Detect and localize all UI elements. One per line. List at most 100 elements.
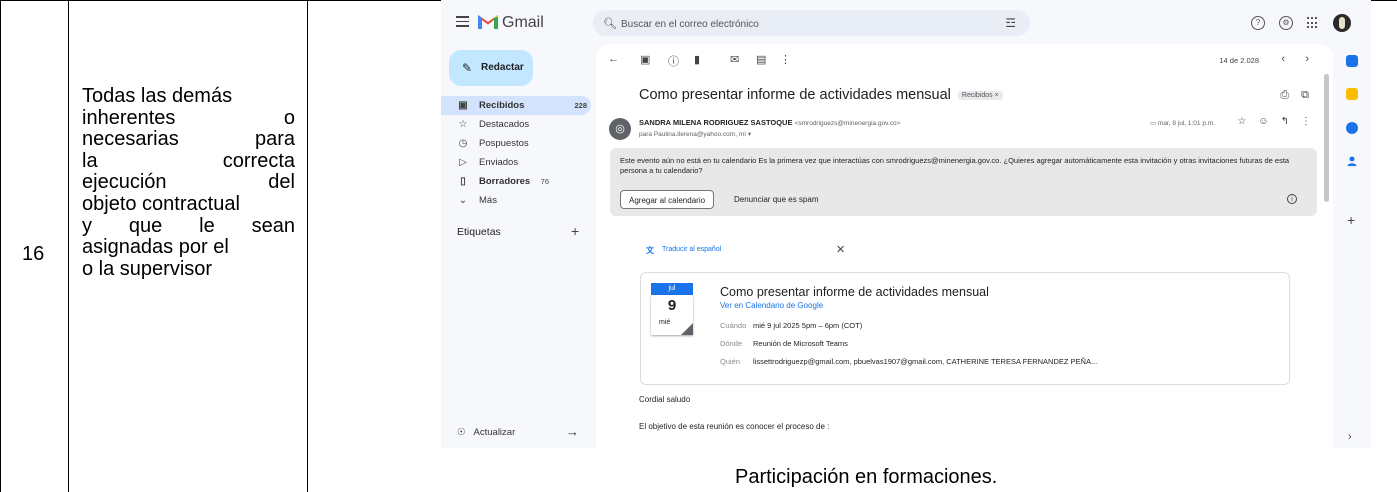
settings-gear-icon[interactable]: ⚙ xyxy=(1279,16,1293,30)
chevron-right-icon[interactable]: › xyxy=(1348,431,1352,443)
sidebar-item-label: Pospuestos xyxy=(479,138,529,149)
event-weekday: mié xyxy=(659,319,671,326)
close-icon[interactable]: ✕ xyxy=(836,243,845,256)
sidebar-item-inbox[interactable]: ▣ Recibidos 228 xyxy=(441,96,591,115)
calendar-app-icon[interactable] xyxy=(1346,55,1358,67)
unread-count: 228 xyxy=(574,101,587,110)
duty-line: inherentes o xyxy=(82,106,295,129)
report-spam-button[interactable]: Denunciar que es spam xyxy=(734,190,819,209)
screenshot-caption: Participación en formaciones. xyxy=(735,466,998,488)
send-icon: ▷ xyxy=(459,157,467,168)
compose-button[interactable]: ✎ Redactar xyxy=(449,50,533,86)
duty-line: asignadas por el xyxy=(82,236,229,259)
page-fold xyxy=(681,323,693,335)
message-pane: ← ▣ ⓘ ▮ ✉ ▤ ⋮ 14 de 2.028 ‹ › Como prese… xyxy=(596,44,1333,448)
message-actions: ☆ ☺ ↰ ⋮ xyxy=(1237,116,1311,127)
chevron-right-icon[interactable]: › xyxy=(1305,53,1309,65)
help-icon[interactable]: ? xyxy=(1251,16,1265,30)
duty-description: Todas las demás inherentes o necesarias … xyxy=(82,85,295,280)
search-icon[interactable]: 🔍︎ xyxy=(603,17,617,30)
add-to-calendar-button[interactable]: Agregar al calendario xyxy=(620,190,715,209)
draft-count: 76 xyxy=(540,177,549,186)
account-avatar[interactable] xyxy=(1333,14,1351,32)
report-icon[interactable]: ⓘ xyxy=(668,53,679,69)
more-vert-icon[interactable]: ⋮ xyxy=(1301,116,1311,127)
keep-app-icon[interactable] xyxy=(1346,88,1358,100)
refresh-label: Actualizar xyxy=(473,427,516,438)
reply-icon[interactable]: ↰ xyxy=(1281,116,1289,127)
event-card: jul 9 mié Como presentar informe de acti… xyxy=(640,272,1290,385)
view-in-calendar-link[interactable]: Ver en Calendario de Google xyxy=(720,301,823,310)
star-icon[interactable]: ☆ xyxy=(1237,116,1246,127)
row-number: 16 xyxy=(22,243,45,265)
contacts-app-icon[interactable] xyxy=(1346,155,1358,167)
star-icon: ☆ xyxy=(458,119,468,130)
move-to-folder-icon[interactable]: ▤ xyxy=(756,53,766,66)
sidebar-item-drafts[interactable]: ▯ Borradores 76 xyxy=(441,172,591,191)
print-icon[interactable]: ⎙ xyxy=(1280,89,1289,102)
sidebar-item-more[interactable]: ⌄ Más xyxy=(441,191,591,210)
table-border-left xyxy=(0,0,1,492)
message-toolbar: ← ▣ ⓘ ▮ ✉ ▤ ⋮ 14 de 2.028 ‹ › xyxy=(596,44,1333,76)
info-icon[interactable]: i xyxy=(1287,194,1297,204)
arrow-right-icon[interactable]: → xyxy=(566,424,579,439)
clock-icon: ◷ xyxy=(458,138,468,149)
archive-icon[interactable]: ▣ xyxy=(640,53,650,66)
apps-grid-icon[interactable] xyxy=(1307,17,1319,29)
labels-heading: Etiquetas xyxy=(457,226,501,238)
pager-text: 14 de 2.028 xyxy=(1219,56,1259,65)
compose-label: Redactar xyxy=(481,62,524,73)
back-arrow-icon[interactable]: ← xyxy=(608,53,619,65)
duty-line: o la supervisor xyxy=(82,257,213,280)
tasks-app-icon[interactable] xyxy=(1346,122,1358,134)
attachment-icon: ▭ xyxy=(1149,120,1157,127)
message-date: ▭ mar, 8 jul, 1:01 p.m. xyxy=(1150,119,1215,127)
sender-line: SANDRA MILENA RODRIGUEZ SASTOQUE <smrodr… xyxy=(639,118,900,127)
emoji-icon[interactable]: ☺ xyxy=(1258,116,1268,127)
gmail-screenshot: Gmail 🔍︎ ☲ ? ⚙ ✎ Redactar ▣ Recibidos 22… xyxy=(441,0,1371,448)
add-label-icon[interactable]: + xyxy=(571,223,579,239)
calendar-page: 9 mié xyxy=(651,295,693,335)
when-label: Cuándo xyxy=(720,321,747,330)
sidebar-nav: ▣ Recibidos 228 ☆ Destacados ◷ Pospuesto… xyxy=(441,96,591,210)
sidebar-item-snoozed[interactable]: ◷ Pospuestos xyxy=(441,134,591,153)
calendar-date-icon: jul 9 mié xyxy=(651,283,693,335)
recipient-line[interactable]: para Paulina.llerena@yahoo.com, mí ▾ xyxy=(639,130,751,138)
search-options-icon[interactable]: ☲ xyxy=(1005,16,1016,30)
inbox-label-chip[interactable]: Recibidos × xyxy=(957,90,1003,100)
mark-unread-icon[interactable]: ✉ xyxy=(730,53,739,66)
message-body-line: El objetivo de esta reunión es conocer e… xyxy=(639,422,830,431)
sender-avatar[interactable]: ◎ xyxy=(609,118,631,140)
sender-email: <smrodriguezs@minenergia.gov.co> xyxy=(794,120,901,127)
add-addon-icon[interactable]: + xyxy=(1347,212,1355,228)
menu-icon[interactable] xyxy=(456,16,469,27)
sidebar-item-sent[interactable]: ▷ Enviados xyxy=(441,153,591,172)
event-when-row: Cuándo mié 9 jul 2025 5pm – 6pm (COT) xyxy=(720,321,862,330)
chevron-left-icon[interactable]: ‹ xyxy=(1281,53,1285,65)
sidebar-item-label: Enviados xyxy=(479,157,519,168)
event-who-row: Quién lissettrodriguezp@gmail.com, pbuelv… xyxy=(720,357,1097,366)
trash-icon[interactable]: ▮ xyxy=(694,53,700,66)
search-input[interactable] xyxy=(619,14,983,34)
scrollbar-thumb[interactable] xyxy=(1324,74,1329,202)
message-date-text: mar, 8 jul, 1:01 p.m. xyxy=(1157,120,1215,127)
more-vert-icon[interactable]: ⋮ xyxy=(780,53,791,66)
sidebar-item-starred[interactable]: ☆ Destacados xyxy=(441,115,591,134)
inbox-icon: ▣ xyxy=(458,100,468,111)
refresh-icon: ☉ xyxy=(457,427,466,438)
duty-line: necesarias para xyxy=(82,128,295,151)
where-label: Dónde xyxy=(720,339,743,348)
duty-line: Todas las demás xyxy=(82,85,233,107)
event-day: 9 xyxy=(667,297,677,314)
open-new-window-icon[interactable]: ⧉ xyxy=(1301,89,1309,102)
sidebar-item-label: Borradores xyxy=(479,176,531,187)
draft-icon: ▯ xyxy=(460,176,466,187)
event-where-row: Dónde Reunión de Microsoft Teams xyxy=(720,339,848,348)
refresh-button[interactable]: ☉ Actualizar xyxy=(457,427,515,438)
sender-name: SANDRA MILENA RODRIGUEZ SASTOQUE xyxy=(639,118,793,127)
search-bar[interactable]: 🔍︎ ☲ xyxy=(593,10,1030,36)
duty-line: y que le sean xyxy=(82,214,295,237)
translate-link[interactable]: Traducir al español xyxy=(662,246,721,253)
calendar-invite-banner: Este evento aún no está en tu calendario… xyxy=(610,148,1317,216)
gmail-top-bar: Gmail 🔍︎ ☲ ? ⚙ xyxy=(441,0,1371,46)
